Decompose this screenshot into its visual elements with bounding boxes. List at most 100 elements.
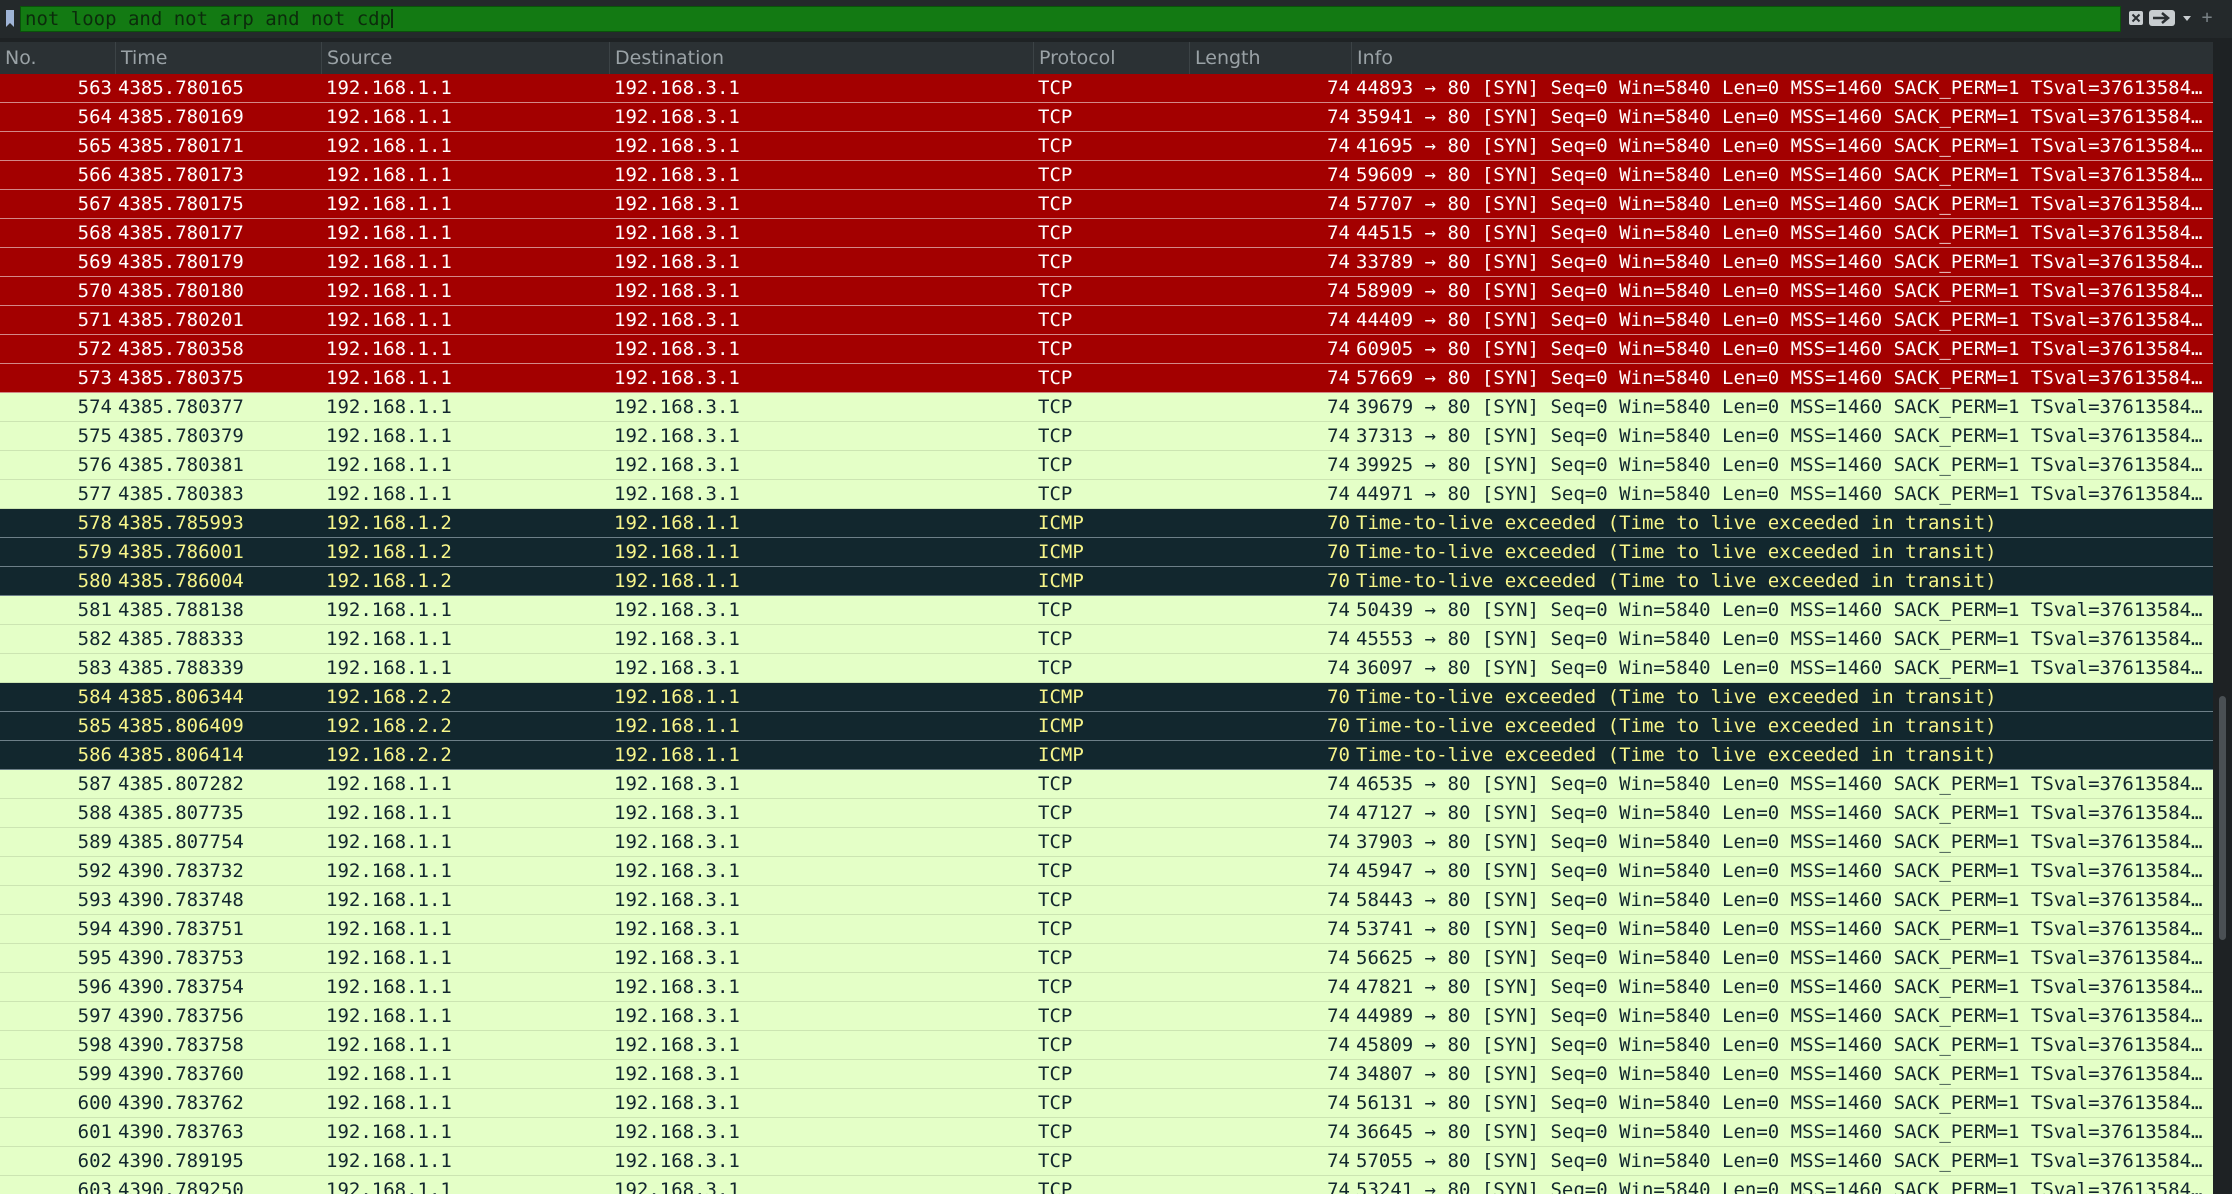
packet-row[interactable]: 569 4385.780179 192.168.1.1 192.168.3.1 TCP 7… [0, 248, 2213, 277]
packet-row[interactable]: 592 4390.783732 192.168.1.1 192.168.3.1 TCP 7… [0, 857, 2213, 886]
packet-row[interactable]: 573 4385.780375 192.168.1.1 192.168.3.1 TCP 7… [0, 364, 2213, 393]
packet-info: 57707 → 80 [SYN] Seq=0 Win=5840 Len=0 MS… [1356, 193, 2203, 215]
packet-destination: 192.168.3.1 [614, 483, 740, 505]
vertical-scrollbar[interactable] [2213, 42, 2232, 1194]
packet-row[interactable]: 570 4385.780180 192.168.1.1 192.168.3.1 TCP 7… [0, 277, 2213, 306]
display-filter-toolbar: not loop and not arp and not cdp + [0, 0, 2232, 38]
packet-time: 4385.786001 [118, 541, 244, 563]
packet-destination: 192.168.3.1 [614, 1121, 740, 1143]
packet-row[interactable]: 568 4385.780177 192.168.1.1 192.168.3.1 TCP 7… [0, 219, 2213, 248]
packet-length: 74 [1327, 976, 1350, 998]
packet-time: 4385.788339 [118, 657, 244, 679]
packet-row[interactable]: 599 4390.783760 192.168.1.1 192.168.3.1 TCP 7… [0, 1060, 2213, 1089]
column-header-info[interactable]: Info [1352, 42, 2213, 74]
packet-row[interactable]: 602 4390.789195 192.168.1.1 192.168.3.1 TCP 7… [0, 1147, 2213, 1176]
packet-source: 192.168.1.1 [326, 338, 452, 360]
packet-row[interactable]: 576 4385.780381 192.168.1.1 192.168.3.1 TCP 7… [0, 451, 2213, 480]
packet-row[interactable]: 600 4390.783762 192.168.1.1 192.168.3.1 TCP 7… [0, 1089, 2213, 1118]
packet-destination: 192.168.3.1 [614, 135, 740, 157]
packet-info: 37313 → 80 [SYN] Seq=0 Win=5840 Len=0 MS… [1356, 425, 2203, 447]
packet-row[interactable]: 588 4385.807735 192.168.1.1 192.168.3.1 TCP 7… [0, 799, 2213, 828]
packet-row[interactable]: 574 4385.780377 192.168.1.1 192.168.3.1 TCP 7… [0, 393, 2213, 422]
packet-row[interactable]: 587 4385.807282 192.168.1.1 192.168.3.1 TCP 7… [0, 770, 2213, 799]
packet-row[interactable]: 596 4390.783754 192.168.1.1 192.168.3.1 TCP 7… [0, 973, 2213, 1002]
packet-time: 4390.783756 [118, 1005, 244, 1027]
packet-row[interactable]: 584 4385.806344 192.168.2.2 192.168.1.1 ICMP… [0, 683, 2213, 712]
packet-row[interactable]: 598 4390.783758 192.168.1.1 192.168.3.1 TCP 7… [0, 1031, 2213, 1060]
packet-time: 4385.780169 [118, 106, 244, 128]
packet-info: 47821 → 80 [SYN] Seq=0 Win=5840 Len=0 MS… [1356, 976, 2203, 998]
apply-arrow-icon[interactable] [2148, 9, 2176, 27]
column-header-protocol[interactable]: Protocol [1034, 42, 1190, 74]
packet-protocol: TCP [1038, 396, 1073, 418]
packet-row[interactable]: 589 4385.807754 192.168.1.1 192.168.3.1 TCP 7… [0, 828, 2213, 857]
packet-row[interactable]: 583 4385.788339 192.168.1.1 192.168.3.1 TCP 7… [0, 654, 2213, 683]
packet-row[interactable]: 572 4385.780358 192.168.1.1 192.168.3.1 TCP 7… [0, 335, 2213, 364]
add-icon[interactable]: + [2198, 8, 2216, 28]
packet-destination: 192.168.3.1 [614, 918, 740, 940]
text-caret [391, 9, 394, 28]
packet-info: 59609 → 80 [SYN] Seq=0 Win=5840 Len=0 MS… [1356, 164, 2203, 186]
packet-row[interactable]: 579 4385.786001 192.168.1.2 192.168.1.1 ICMP… [0, 538, 2213, 567]
packet-length: 74 [1327, 1034, 1350, 1056]
packet-row[interactable]: 601 4390.783763 192.168.1.1 192.168.3.1 TCP 7… [0, 1118, 2213, 1147]
packet-source: 192.168.1.1 [326, 483, 452, 505]
packet-time: 4390.783763 [118, 1121, 244, 1143]
column-header-length[interactable]: Length [1190, 42, 1352, 74]
packet-number: 583 [77, 657, 112, 679]
packet-destination: 192.168.3.1 [614, 802, 740, 824]
packet-destination: 192.168.3.1 [614, 947, 740, 969]
packet-destination: 192.168.3.1 [614, 280, 740, 302]
packet-row[interactable]: 580 4385.786004 192.168.1.2 192.168.1.1 ICMP… [0, 567, 2213, 596]
packet-source: 192.168.1.1 [326, 1121, 452, 1143]
packet-row[interactable]: 582 4385.788333 192.168.1.1 192.168.3.1 TCP 7… [0, 625, 2213, 654]
packet-info: 53741 → 80 [SYN] Seq=0 Win=5840 Len=0 MS… [1356, 918, 2203, 940]
packet-time: 4385.785993 [118, 512, 244, 534]
packet-destination: 192.168.3.1 [614, 222, 740, 244]
packet-row[interactable]: 581 4385.788138 192.168.1.1 192.168.3.1 TCP 7… [0, 596, 2213, 625]
packet-row[interactable]: 578 4385.785993 192.168.1.2 192.168.1.1 ICMP… [0, 509, 2213, 538]
packet-row[interactable]: 575 4385.780379 192.168.1.1 192.168.3.1 TCP 7… [0, 422, 2213, 451]
packet-length: 74 [1327, 106, 1350, 128]
packet-row[interactable]: 565 4385.780171 192.168.1.1 192.168.3.1 TCP 7… [0, 132, 2213, 161]
column-header-source[interactable]: Source [322, 42, 610, 74]
packet-row[interactable]: 586 4385.806414 192.168.2.2 192.168.1.1 ICMP… [0, 741, 2213, 770]
packet-row[interactable]: 564 4385.780169 192.168.1.1 192.168.3.1 TCP 7… [0, 103, 2213, 132]
packet-number: 585 [77, 715, 112, 737]
packet-row[interactable]: 603 4390.789250 192.168.1.1 192.168.3.1 TCP 7… [0, 1176, 2213, 1194]
column-header-destination[interactable]: Destination [610, 42, 1034, 74]
packet-row[interactable]: 571 4385.780201 192.168.1.1 192.168.3.1 TCP 7… [0, 306, 2213, 335]
packet-length: 74 [1327, 1150, 1350, 1172]
packet-info: 53241 → 80 [SYN] Seq=0 Win=5840 Len=0 MS… [1356, 1179, 2203, 1194]
packet-source: 192.168.1.1 [326, 425, 452, 447]
packet-row[interactable]: 585 4385.806409 192.168.2.2 192.168.1.1 ICMP… [0, 712, 2213, 741]
packet-source: 192.168.1.1 [326, 454, 452, 476]
packet-number: 586 [77, 744, 112, 766]
scrollbar-thumb[interactable] [2219, 696, 2226, 940]
dropdown-icon[interactable] [2180, 10, 2194, 26]
packet-info: 44971 → 80 [SYN] Seq=0 Win=5840 Len=0 MS… [1356, 483, 2203, 505]
bookmark-icon[interactable] [4, 9, 16, 29]
packet-protocol: TCP [1038, 483, 1073, 505]
packet-row[interactable]: 567 4385.780175 192.168.1.1 192.168.3.1 TCP 7… [0, 190, 2213, 219]
packet-row[interactable]: 595 4390.783753 192.168.1.1 192.168.3.1 TCP 7… [0, 944, 2213, 973]
packet-number: 578 [77, 512, 112, 534]
packet-row[interactable]: 593 4390.783748 192.168.1.1 192.168.3.1 TCP 7… [0, 886, 2213, 915]
packet-destination: 192.168.3.1 [614, 193, 740, 215]
column-header-time[interactable]: Time [116, 42, 322, 74]
packet-destination: 192.168.3.1 [614, 1092, 740, 1114]
packet-destination: 192.168.3.1 [614, 454, 740, 476]
packet-protocol: TCP [1038, 367, 1073, 389]
clear-icon[interactable] [2128, 10, 2144, 26]
packet-row[interactable]: 597 4390.783756 192.168.1.1 192.168.3.1 TCP 7… [0, 1002, 2213, 1031]
packet-row[interactable]: 566 4385.780173 192.168.1.1 192.168.3.1 TCP 7… [0, 161, 2213, 190]
packet-row[interactable]: 594 4390.783751 192.168.1.1 192.168.3.1 TCP 7… [0, 915, 2213, 944]
display-filter-input[interactable]: not loop and not arp and not cdp [20, 6, 2121, 32]
packet-protocol: TCP [1038, 860, 1073, 882]
packet-source: 192.168.1.1 [326, 889, 452, 911]
packet-info: 46535 → 80 [SYN] Seq=0 Win=5840 Len=0 MS… [1356, 773, 2203, 795]
column-header-no[interactable]: No. [0, 42, 116, 74]
packet-row[interactable]: 563 4385.780165 192.168.1.1 192.168.3.1 TCP 7… [0, 74, 2213, 103]
packet-row[interactable]: 577 4385.780383 192.168.1.1 192.168.3.1 TCP 7… [0, 480, 2213, 509]
packet-protocol: TCP [1038, 1121, 1073, 1143]
